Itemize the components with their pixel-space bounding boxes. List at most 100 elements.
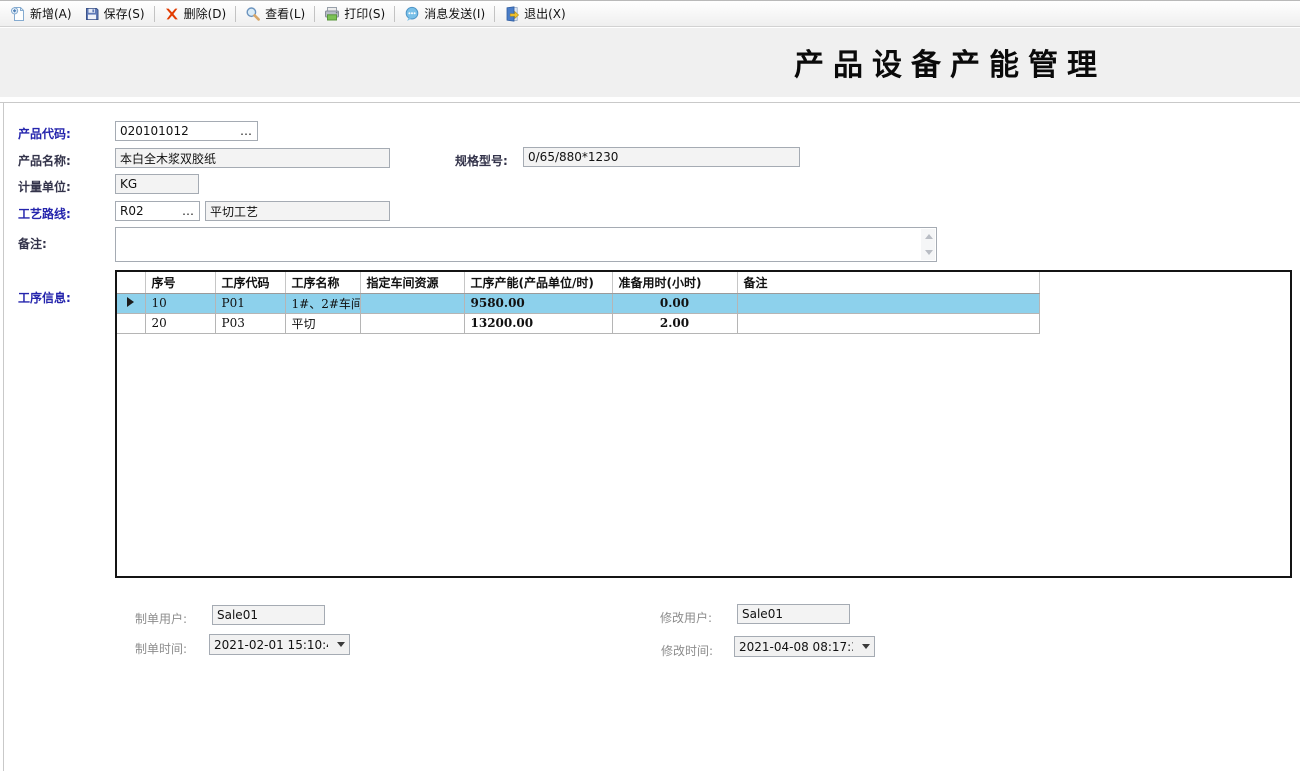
col-remark[interactable]: 备注 (737, 272, 1039, 293)
page-title: 产品设备产能管理 (700, 40, 1200, 84)
process-route-name-input[interactable]: 平切工艺 (205, 201, 390, 221)
process-route-browse-button[interactable]: … (182, 207, 195, 215)
create-time-value: 2021-02-01 15:10:49 (214, 638, 328, 652)
save-button-label: 保存(S) (104, 5, 145, 22)
cell-capacity[interactable]: 13200.00 (464, 313, 612, 333)
scroll-down-icon[interactable] (925, 250, 933, 255)
table-row[interactable]: 10 P01 1#、2#车间 9580.00 0.00 (117, 293, 1039, 313)
remarks-value (116, 230, 124, 248)
cell-seq[interactable]: 20 (145, 313, 215, 333)
toolbar-separator (394, 6, 395, 22)
toolbar-separator (235, 6, 236, 22)
cell-workshop[interactable] (360, 313, 464, 333)
process-info-label: 工序信息: (18, 289, 71, 306)
cell-capacity[interactable]: 9580.00 (464, 293, 612, 313)
save-icon (84, 6, 100, 22)
send-message-button-label: 消息发送(I) (424, 5, 485, 22)
table-row[interactable]: 20 P03 平切 13200.00 2.00 (117, 313, 1039, 333)
selector-column-header (117, 272, 145, 293)
spec-model-label: 规格型号: (455, 152, 508, 169)
row-selector-cell[interactable] (117, 313, 145, 333)
creator-input[interactable]: Sale01 (212, 605, 325, 625)
toolbar-separator (314, 6, 315, 22)
modifier-label: 修改用户: (660, 609, 712, 626)
chevron-down-icon (337, 642, 345, 647)
cell-process-code[interactable]: P01 (215, 293, 285, 313)
creator-value: Sale01 (217, 608, 258, 622)
delete-button-label: 删除(D) (184, 5, 227, 22)
delete-icon (164, 6, 180, 22)
creator-label: 制单用户: (135, 610, 187, 627)
scroll-up-icon[interactable] (925, 234, 933, 239)
product-name-value: 本白全木浆双胶纸 (120, 150, 216, 167)
exit-button-label: 退出(X) (524, 5, 566, 22)
spec-model-input[interactable]: 0/65/880*1230 (523, 147, 800, 167)
cell-prep-time[interactable]: 2.00 (612, 313, 737, 333)
new-document-icon (10, 6, 26, 22)
message-icon (404, 6, 420, 22)
exit-button[interactable]: 退出(X) (498, 3, 572, 24)
app-window: 新增(A) 保存(S) 删除(D) 查看(L) 打印(S) (0, 0, 1300, 771)
view-icon (245, 6, 261, 22)
print-icon (324, 6, 340, 22)
print-button-label: 打印(S) (344, 5, 385, 22)
remarks-scrollbar[interactable] (921, 229, 935, 260)
process-route-code-value: R02 (120, 204, 144, 218)
current-row-arrow-icon (127, 297, 134, 307)
modifier-value: Sale01 (742, 607, 783, 621)
col-prep-time[interactable]: 准备用时(小时) (612, 272, 737, 293)
col-workshop[interactable]: 指定车间资源 (360, 272, 464, 293)
remarks-textarea[interactable] (115, 227, 937, 262)
unit-label: 计量单位: (18, 178, 71, 195)
col-capacity[interactable]: 工序产能(产品单位/时) (464, 272, 612, 293)
send-message-button[interactable]: 消息发送(I) (398, 3, 491, 24)
cell-process-name[interactable]: 平切 (285, 313, 360, 333)
modifier-input[interactable]: Sale01 (737, 604, 850, 624)
grid-header-row: 序号 工序代码 工序名称 指定车间资源 工序产能(产品单位/时) 准备用时(小时… (117, 272, 1039, 293)
create-time-dropdown[interactable]: 2021-02-01 15:10:49 (209, 634, 350, 655)
cell-remark[interactable] (737, 313, 1039, 333)
delete-button[interactable]: 删除(D) (158, 3, 233, 24)
toolbar-separator (494, 6, 495, 22)
product-name-input[interactable]: 本白全木浆双胶纸 (115, 148, 390, 168)
chevron-down-icon (862, 644, 870, 649)
modify-time-label: 修改时间: (661, 642, 713, 659)
create-time-label: 制单时间: (135, 640, 187, 657)
process-route-label: 工艺路线: (18, 205, 71, 222)
unit-value: KG (120, 177, 137, 191)
remarks-label: 备注: (18, 235, 47, 252)
process-route-code-input[interactable]: R02 … (115, 201, 200, 221)
row-selector-cell[interactable] (117, 293, 145, 313)
cell-process-name[interactable]: 1#、2#车间 (285, 293, 360, 313)
process-grid: 序号 工序代码 工序名称 指定车间资源 工序产能(产品单位/时) 准备用时(小时… (115, 270, 1292, 578)
view-button-label: 查看(L) (265, 5, 305, 22)
new-button-label: 新增(A) (30, 5, 72, 22)
toolbar: 新增(A) 保存(S) 删除(D) 查看(L) 打印(S) (0, 0, 1300, 27)
product-code-label: 产品代码: (18, 125, 71, 142)
cell-workshop[interactable] (360, 293, 464, 313)
new-button[interactable]: 新增(A) (4, 3, 78, 24)
modify-time-dropdown[interactable]: 2021-04-08 08:17:33 (734, 636, 875, 657)
toolbar-separator (154, 6, 155, 22)
exit-icon (504, 6, 520, 22)
print-button[interactable]: 打印(S) (318, 3, 391, 24)
cell-prep-time[interactable]: 0.00 (612, 293, 737, 313)
process-route-name-value: 平切工艺 (210, 203, 258, 220)
modify-time-value: 2021-04-08 08:17:33 (739, 640, 853, 654)
col-process-code[interactable]: 工序代码 (215, 272, 285, 293)
product-name-label: 产品名称: (18, 152, 71, 169)
view-button[interactable]: 查看(L) (239, 3, 311, 24)
unit-input[interactable]: KG (115, 174, 199, 194)
cell-remark[interactable] (737, 293, 1039, 313)
product-code-input[interactable]: 020101012 … (115, 121, 258, 141)
save-button[interactable]: 保存(S) (78, 3, 151, 24)
product-code-browse-button[interactable]: … (240, 127, 253, 135)
cell-seq[interactable]: 10 (145, 293, 215, 313)
process-table: 序号 工序代码 工序名称 指定车间资源 工序产能(产品单位/时) 准备用时(小时… (117, 272, 1040, 334)
panel-left-border (3, 102, 4, 771)
col-seq[interactable]: 序号 (145, 272, 215, 293)
col-process-name[interactable]: 工序名称 (285, 272, 360, 293)
spec-model-value: 0/65/880*1230 (528, 150, 618, 164)
product-code-value: 020101012 (120, 124, 189, 138)
cell-process-code[interactable]: P03 (215, 313, 285, 333)
